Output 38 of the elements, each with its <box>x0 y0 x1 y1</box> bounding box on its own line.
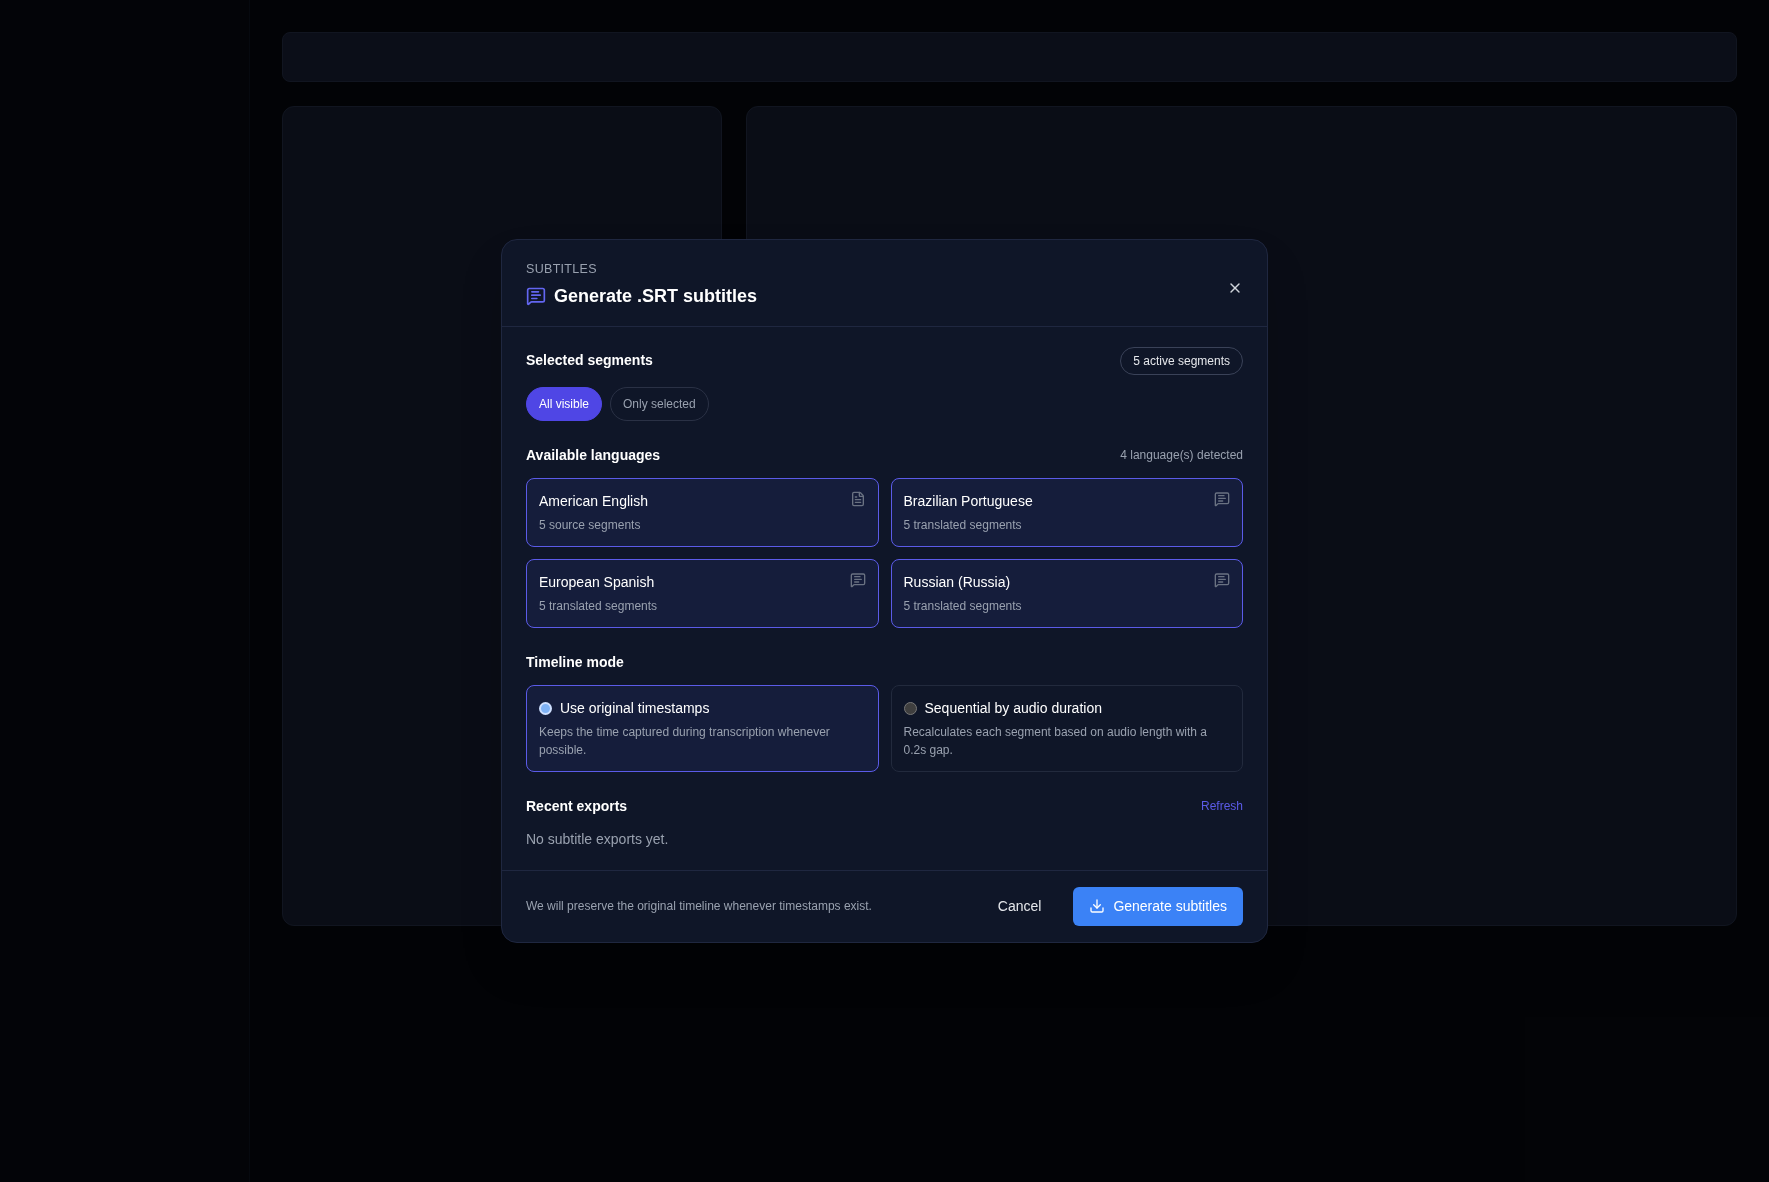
language-card[interactable]: Brazilian Portuguese 5 translated segments <box>890 477 1243 547</box>
option-description: Keeps the time captured during transcription whenever possible. <box>539 723 831 759</box>
footer-note: We will preserve the original timeline whenever timestamps exist. <box>526 898 872 916</box>
option-label: Use original timestamps <box>560 698 710 718</box>
language-card[interactable]: European Spanish 5 translated segments <box>526 558 879 628</box>
message-icon <box>1214 571 1230 588</box>
section-heading: Selected segments <box>526 351 653 371</box>
subtitles-icon <box>526 286 546 307</box>
download-icon <box>1089 898 1106 915</box>
timeline-option[interactable]: Sequential by audio duration Recalculates each segment based on audio length with a 0.2s gap. <box>890 684 1243 772</box>
dialog-eyebrow: SUBTITLES <box>526 261 598 279</box>
language-detail: 5 source segments <box>539 516 642 534</box>
language-card[interactable]: American English 5 source segments <box>526 477 879 547</box>
language-detail: 5 translated segments <box>903 597 1022 615</box>
message-icon <box>1214 490 1230 507</box>
section-heading: Timeline mode <box>526 652 625 672</box>
language-name: Brazilian Portuguese <box>903 491 1033 511</box>
language-name: Russian (Russia) <box>903 572 1012 592</box>
option-label: Sequential by audio duration <box>924 698 1102 718</box>
language-card[interactable]: Russian (Russia) 5 translated segments <box>890 558 1243 628</box>
document-icon <box>849 490 866 507</box>
generate-button[interactable]: Generate subtitles <box>1073 886 1243 926</box>
radio-button[interactable] <box>903 701 917 715</box>
empty-message: No subtitle exports yet. <box>526 829 670 849</box>
language-detail: 5 translated segments <box>903 516 1023 534</box>
cancel-button[interactable]: Cancel <box>989 887 1050 925</box>
language-name: European Spanish <box>539 572 656 592</box>
timeline-option[interactable]: Use original timestamps Keeps the time captured during transcription whenever possible. <box>526 684 879 772</box>
dialog-title: Generate .SRT subtitles <box>554 284 758 308</box>
section-heading: Available languages <box>526 445 661 465</box>
option-description: Recalculates each segment based on audio length with a 0.2s gap. <box>903 723 1209 759</box>
languages-summary: 4 language(s) detected <box>1120 447 1243 465</box>
language-detail: 5 translated segments <box>539 597 658 615</box>
language-name: American English <box>539 491 648 511</box>
filter-pill[interactable]: All visible <box>526 386 602 421</box>
message-icon <box>849 571 866 588</box>
refresh-link[interactable]: Refresh <box>1200 797 1243 816</box>
section-heading: Recent exports <box>526 796 628 816</box>
